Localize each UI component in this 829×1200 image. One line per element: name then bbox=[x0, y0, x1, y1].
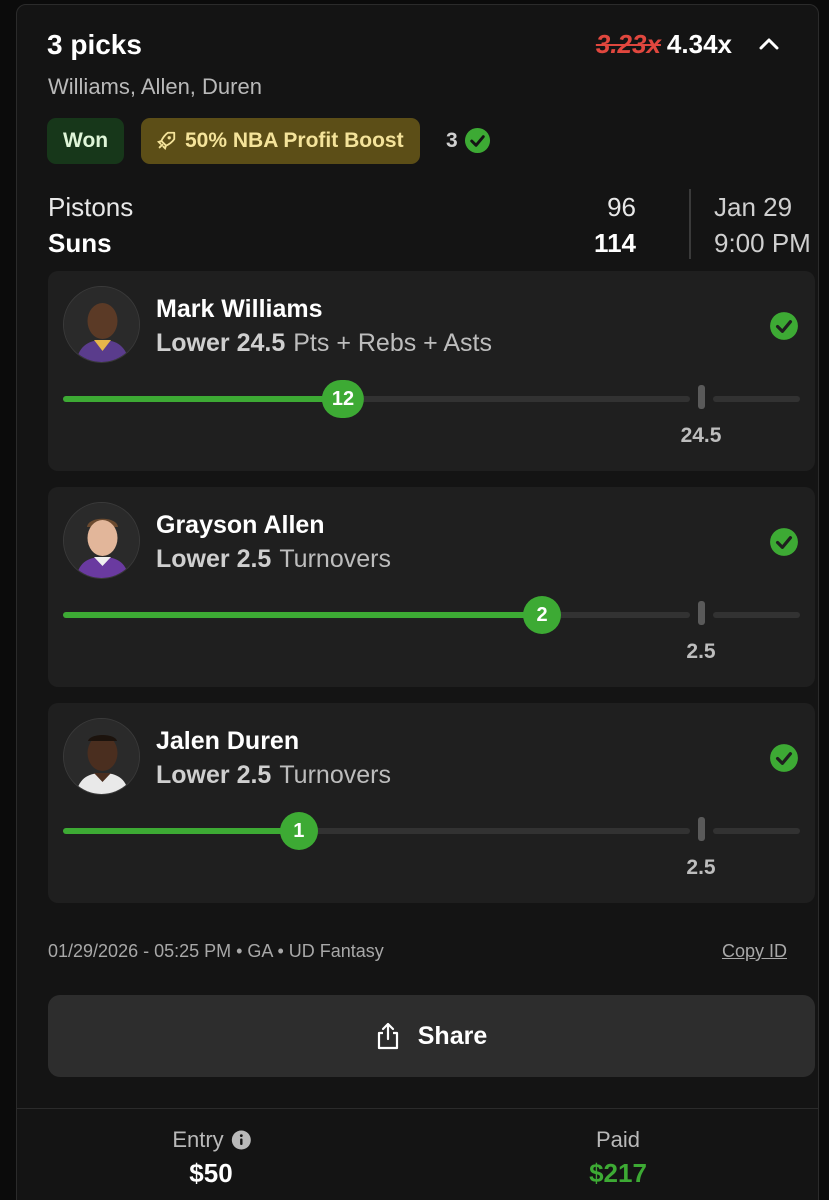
entry-card: 3 picks 3.23x 4.34x Williams, Allen, Dur… bbox=[16, 4, 819, 1200]
share-button[interactable]: Share bbox=[48, 995, 815, 1077]
new-multiplier: 4.34x bbox=[666, 29, 732, 59]
player-name: Grayson Allen bbox=[156, 511, 325, 539]
player-avatar bbox=[63, 286, 140, 363]
share-label: Share bbox=[417, 1021, 488, 1050]
pick-card[interactable]: Grayson Allen Lower 2.5 Turnovers 2 2.5 bbox=[48, 487, 815, 687]
share-icon bbox=[377, 1022, 398, 1050]
rocket-icon bbox=[156, 131, 176, 151]
progress-track-over bbox=[713, 396, 800, 402]
entry-label: Entry bbox=[172, 1127, 252, 1153]
actual-value-thumb: 2 bbox=[523, 596, 562, 634]
player-avatar bbox=[63, 718, 140, 795]
check-circle-icon bbox=[770, 744, 798, 772]
progress-fill bbox=[63, 828, 299, 834]
info-icon[interactable] bbox=[232, 1130, 252, 1150]
check-circle-icon bbox=[770, 312, 798, 340]
line-value-label: 2.5 bbox=[686, 856, 716, 879]
line-marker bbox=[698, 817, 705, 841]
correct-count-value: 3 bbox=[446, 128, 458, 152]
progress-track-over bbox=[713, 612, 800, 618]
progress-fill bbox=[63, 396, 344, 402]
pick-line: Lower 2.5 Turnovers bbox=[156, 761, 391, 790]
old-multiplier: 3.23x bbox=[595, 29, 661, 59]
progress-fill bbox=[63, 612, 543, 618]
check-circle-icon bbox=[770, 528, 798, 556]
picks-title: 3 picks bbox=[47, 29, 142, 60]
actual-value-thumb: 12 bbox=[321, 380, 365, 418]
line-value-label: 2.5 bbox=[686, 640, 716, 663]
game-date: Jan 29 bbox=[714, 192, 793, 222]
line-marker bbox=[698, 601, 705, 625]
entry-value: $50 bbox=[189, 1158, 233, 1188]
paid-label: Paid bbox=[595, 1127, 641, 1152]
line-marker bbox=[698, 385, 705, 409]
profit-boost-label: 50% NBA Profit Boost bbox=[185, 129, 404, 152]
correct-count: 3 bbox=[446, 127, 491, 154]
divider bbox=[689, 189, 691, 259]
pick-card[interactable]: Mark Williams Lower 24.5 Pts + Rebs + Ast… bbox=[48, 271, 815, 471]
line-value-label: 24.5 bbox=[680, 424, 722, 447]
progress-track-over bbox=[713, 828, 800, 834]
players-summary: Williams, Allen, Duren bbox=[48, 74, 262, 99]
pick-direction: Lower 24.5 bbox=[156, 329, 286, 357]
actual-value-thumb: 1 bbox=[279, 812, 318, 850]
game-time: 9:00 PM bbox=[714, 228, 811, 258]
chevron-up-icon[interactable] bbox=[756, 33, 782, 55]
pick-line: Lower 24.5 Pts + Rebs + Asts bbox=[156, 329, 492, 358]
status-badge: Won bbox=[47, 118, 125, 164]
home-team: Suns bbox=[48, 228, 112, 258]
pick-stat: Turnovers bbox=[279, 545, 391, 573]
footer-divider bbox=[17, 1108, 818, 1109]
home-score: 114 bbox=[594, 228, 636, 258]
profit-boost-badge[interactable]: 50% NBA Profit Boost bbox=[141, 118, 420, 164]
copy-id-link[interactable]: Copy ID bbox=[722, 941, 787, 962]
check-circle-icon bbox=[464, 127, 490, 154]
pick-direction: Lower 2.5 bbox=[156, 761, 272, 789]
paid-value: $217 bbox=[589, 1158, 647, 1188]
player-name: Jalen Duren bbox=[156, 727, 300, 755]
player-name: Mark Williams bbox=[156, 295, 323, 323]
pick-stat: Pts + Rebs + Asts bbox=[293, 329, 492, 357]
pick-line: Lower 2.5 Turnovers bbox=[156, 545, 391, 574]
entry-meta: 01/29/2026 - 05:25 PM • GA • UD Fantasy bbox=[48, 941, 384, 961]
payout-multiplier: 3.23x 4.34x bbox=[596, 29, 732, 60]
away-team: Pistons bbox=[48, 192, 134, 222]
away-score: 96 bbox=[607, 192, 636, 222]
player-avatar bbox=[63, 502, 140, 579]
pick-direction: Lower 2.5 bbox=[156, 545, 272, 573]
pick-stat: Turnovers bbox=[279, 761, 391, 789]
pick-card[interactable]: Jalen Duren Lower 2.5 Turnovers 1 2.5 bbox=[48, 703, 815, 903]
